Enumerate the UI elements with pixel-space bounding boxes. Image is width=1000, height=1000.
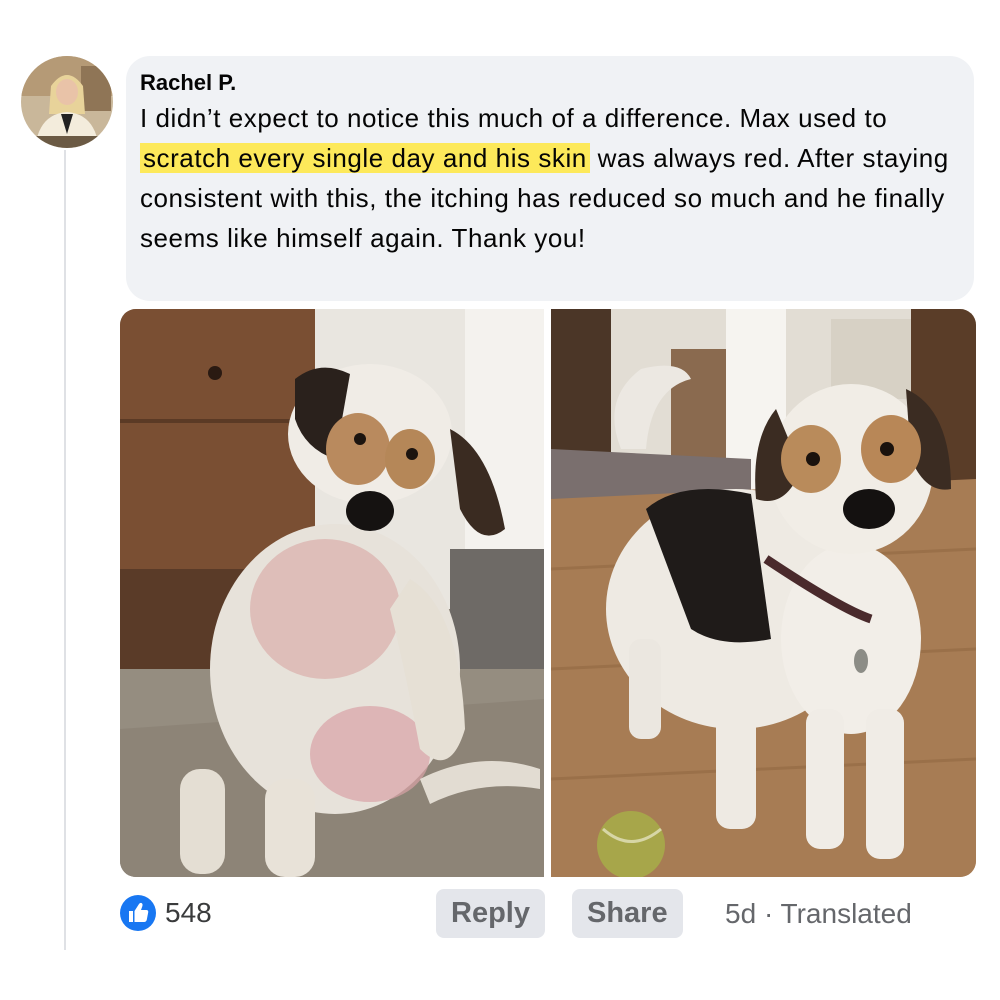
comment-actions: 548 Reply Share 5d · Translated bbox=[120, 886, 980, 940]
timestamp[interactable]: 5d bbox=[725, 898, 756, 929]
photo-attachments[interactable] bbox=[120, 309, 976, 877]
like-count: 548 bbox=[165, 897, 212, 928]
like-count-group[interactable]: 548 bbox=[120, 895, 212, 931]
photo-divider bbox=[544, 309, 551, 877]
reply-button[interactable]: Reply bbox=[436, 889, 545, 938]
avatar[interactable] bbox=[21, 56, 113, 148]
comment-text: I didn’t expect to notice this much of a… bbox=[140, 98, 958, 258]
comment-text-start: I didn’t expect to notice this much of a… bbox=[140, 103, 888, 133]
translated-label[interactable]: Translated bbox=[781, 898, 912, 929]
separator: · bbox=[763, 898, 774, 929]
highlighted-text: scratch every single day and his skin bbox=[140, 143, 590, 173]
avatar-photo bbox=[21, 56, 113, 148]
author-name[interactable]: Rachel P. bbox=[140, 70, 958, 96]
before-photo[interactable] bbox=[120, 309, 544, 877]
thread-line bbox=[64, 150, 66, 950]
thumbs-up-icon bbox=[120, 895, 156, 931]
share-button[interactable]: Share bbox=[572, 889, 683, 938]
comment-meta: 5d · Translated bbox=[725, 898, 912, 930]
comment-bubble: Rachel P. I didn’t expect to notice this… bbox=[126, 56, 974, 301]
after-photo[interactable] bbox=[551, 309, 976, 877]
